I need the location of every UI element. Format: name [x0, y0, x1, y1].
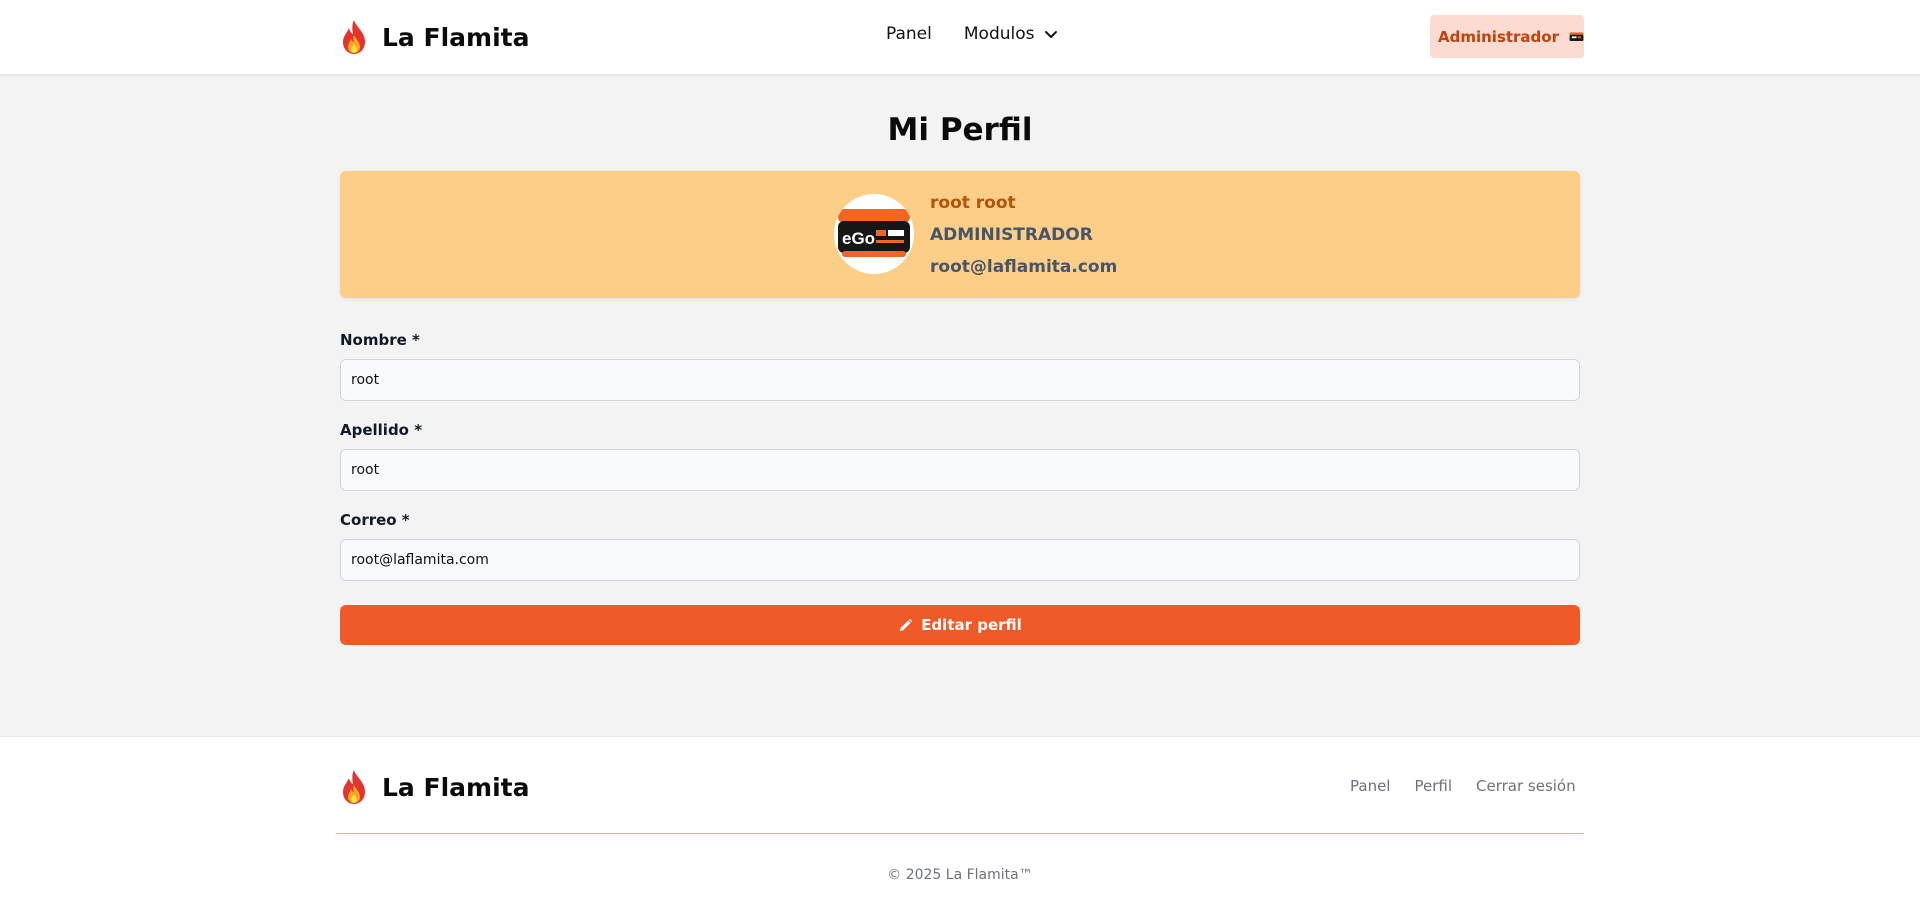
email-field[interactable]: root@laflamita.com — [340, 539, 1580, 581]
nav-panel[interactable]: Panel — [886, 24, 932, 44]
copyright-text: © 2025 La Flamita™ — [887, 867, 1033, 883]
main-nav: Panel Modulos — [886, 24, 1059, 44]
footer-divider — [336, 833, 1584, 834]
profile-email: root@laflamita.com — [930, 257, 1118, 277]
profile-info: root root ADMINISTRADOR root@laflamita.c… — [930, 191, 1117, 279]
pencil-icon — [900, 618, 913, 631]
first-name-field[interactable]: root — [340, 359, 1580, 401]
footer-link-profile[interactable]: Perfil — [1414, 777, 1452, 795]
avatar-brand-text: eGo — [842, 229, 875, 248]
last-name-field[interactable]: root — [340, 449, 1580, 491]
brand-name: La Flamita — [382, 22, 530, 52]
profile-summary-card: eGo root root ADMINISTRADOR root@laflami… — [340, 171, 1580, 298]
footer-brand-name: La Flamita — [382, 772, 530, 802]
flame-icon — [343, 770, 365, 804]
profile-avatar: eGo — [834, 194, 914, 274]
footer-link-panel[interactable]: Panel — [1350, 777, 1390, 795]
page-title: Mi Perfil — [887, 112, 1033, 148]
footer-links: Panel Perfil Cerrar sesión — [1350, 777, 1576, 795]
first-name-label: Nombre * — [340, 331, 420, 349]
footer-brand-logo[interactable]: La Flamita — [340, 769, 529, 805]
user-avatar-icon — [1569, 31, 1584, 41]
profile-role: ADMINISTRADOR — [930, 225, 1093, 245]
nav-modules-dropdown[interactable]: Modulos — [964, 24, 1059, 44]
flame-icon — [343, 20, 365, 54]
user-menu-button[interactable]: Administrador — [1430, 15, 1584, 58]
chevron-down-icon — [1044, 31, 1057, 38]
footer-link-logout[interactable]: Cerrar sesión — [1476, 777, 1576, 795]
edit-profile-button[interactable]: Editar perfil — [340, 605, 1580, 645]
product-jar-image: eGo — [834, 194, 914, 274]
profile-full-name: root root — [930, 193, 1016, 213]
last-name-label: Apellido * — [340, 421, 423, 439]
email-label: Correo * — [340, 511, 410, 529]
top-navbar: La Flamita Panel Modulos Administrador — [0, 0, 1920, 75]
user-role-label: Administrador — [1438, 27, 1559, 46]
footer: La Flamita Panel Perfil Cerrar sesión © … — [0, 736, 1920, 916]
brand-logo[interactable]: La Flamita — [340, 19, 529, 55]
edit-profile-label: Editar perfil — [921, 616, 1022, 634]
nav-modules-label: Modulos — [963, 24, 1035, 44]
